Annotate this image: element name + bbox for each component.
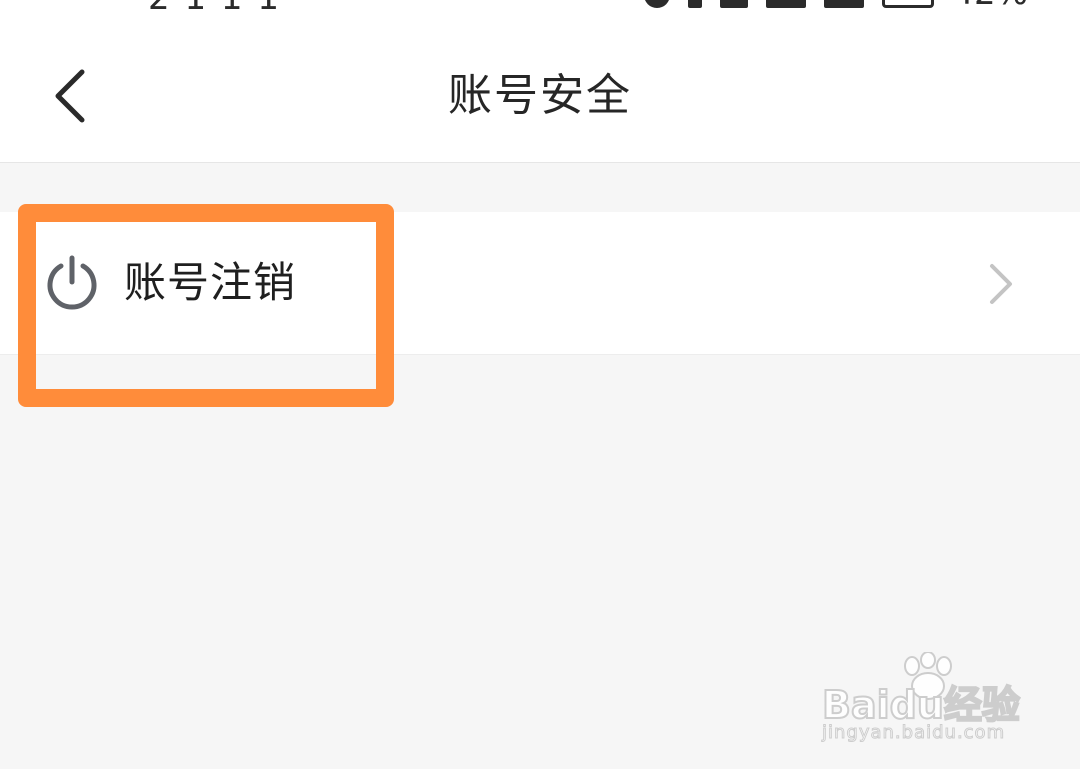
wifi-icon (720, 0, 749, 8)
chevron-right-icon (990, 264, 1012, 304)
account-deletion-item[interactable]: 账号注销 (0, 212, 1080, 354)
watermark: Baidu经验 jingyan.baidu.com (821, 652, 1022, 752)
watermark-logo-text: Baidu经验 (821, 682, 1021, 728)
status-bar: 2 1 1 1 42% (0, 0, 1080, 14)
settings-list: 账号注销 (0, 212, 1080, 355)
battery-percent: 42% (952, 0, 1028, 10)
account-deletion-label: 账号注销 (124, 258, 297, 307)
watermark-url: jingyan.baidu.com (821, 722, 1006, 744)
status-time: 2 1 1 1 (148, 0, 281, 14)
page-title: 账号安全 (448, 70, 632, 121)
battery-icon (882, 0, 935, 8)
status-icons: 42% (644, 0, 1028, 10)
signal-icon (824, 0, 865, 8)
power-icon (47, 255, 97, 310)
alarm-icon (644, 0, 671, 8)
signal-icon (766, 0, 807, 8)
vibrate-icon (688, 0, 703, 8)
header: 账号安全 (0, 14, 1080, 163)
